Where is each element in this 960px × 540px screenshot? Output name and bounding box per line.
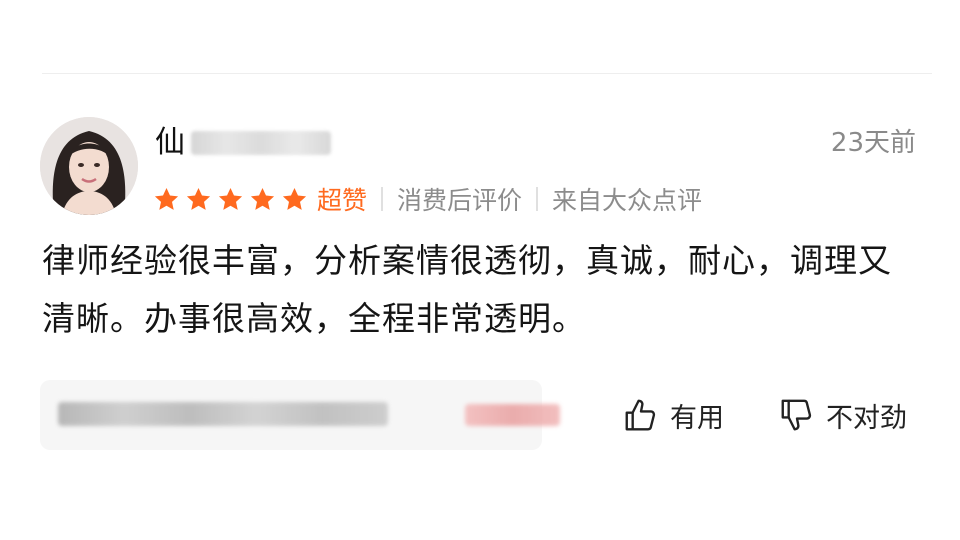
top-divider: [42, 73, 932, 74]
user-name[interactable]: 仙: [155, 122, 331, 164]
shop-card-masked-price: [465, 404, 560, 426]
thumbs-up-icon: [625, 399, 656, 431]
avatar[interactable]: [40, 117, 138, 215]
shop-card[interactable]: [40, 380, 560, 450]
review-time: 23天前: [830, 128, 916, 158]
star-icon: [250, 187, 275, 210]
useful-label: 有用: [670, 402, 724, 434]
user-name-masked: [191, 131, 331, 155]
user-name-visible: 仙: [155, 125, 185, 160]
meta-separator: [381, 187, 384, 211]
star-icon: [218, 187, 243, 210]
rating-stars: [153, 186, 313, 213]
star-icon: [186, 187, 211, 210]
review-tag-after-consumption: 消费后评价: [397, 186, 523, 215]
avatar-image: [40, 117, 138, 215]
shop-card-masked-title: [58, 402, 388, 426]
review-content: 律师经验很丰富，分析案情很透彻，真诚，耐心，调理又清晰。办事很高效，全程非常透明…: [42, 241, 892, 338]
star-icon: [282, 187, 307, 210]
not-useful-label: 不对劲: [826, 402, 907, 434]
meta-separator: [536, 187, 539, 211]
not-useful-button[interactable]: 不对劲: [778, 392, 907, 438]
star-icon: [154, 187, 179, 210]
thumbs-down-icon: [781, 399, 812, 431]
useful-button[interactable]: 有用: [622, 392, 724, 438]
rating-label: 超赞: [317, 186, 368, 215]
review-tag-source: 来自大众点评: [552, 186, 703, 215]
review-meta: 超赞 消费后评价 来自大众点评: [153, 180, 702, 218]
